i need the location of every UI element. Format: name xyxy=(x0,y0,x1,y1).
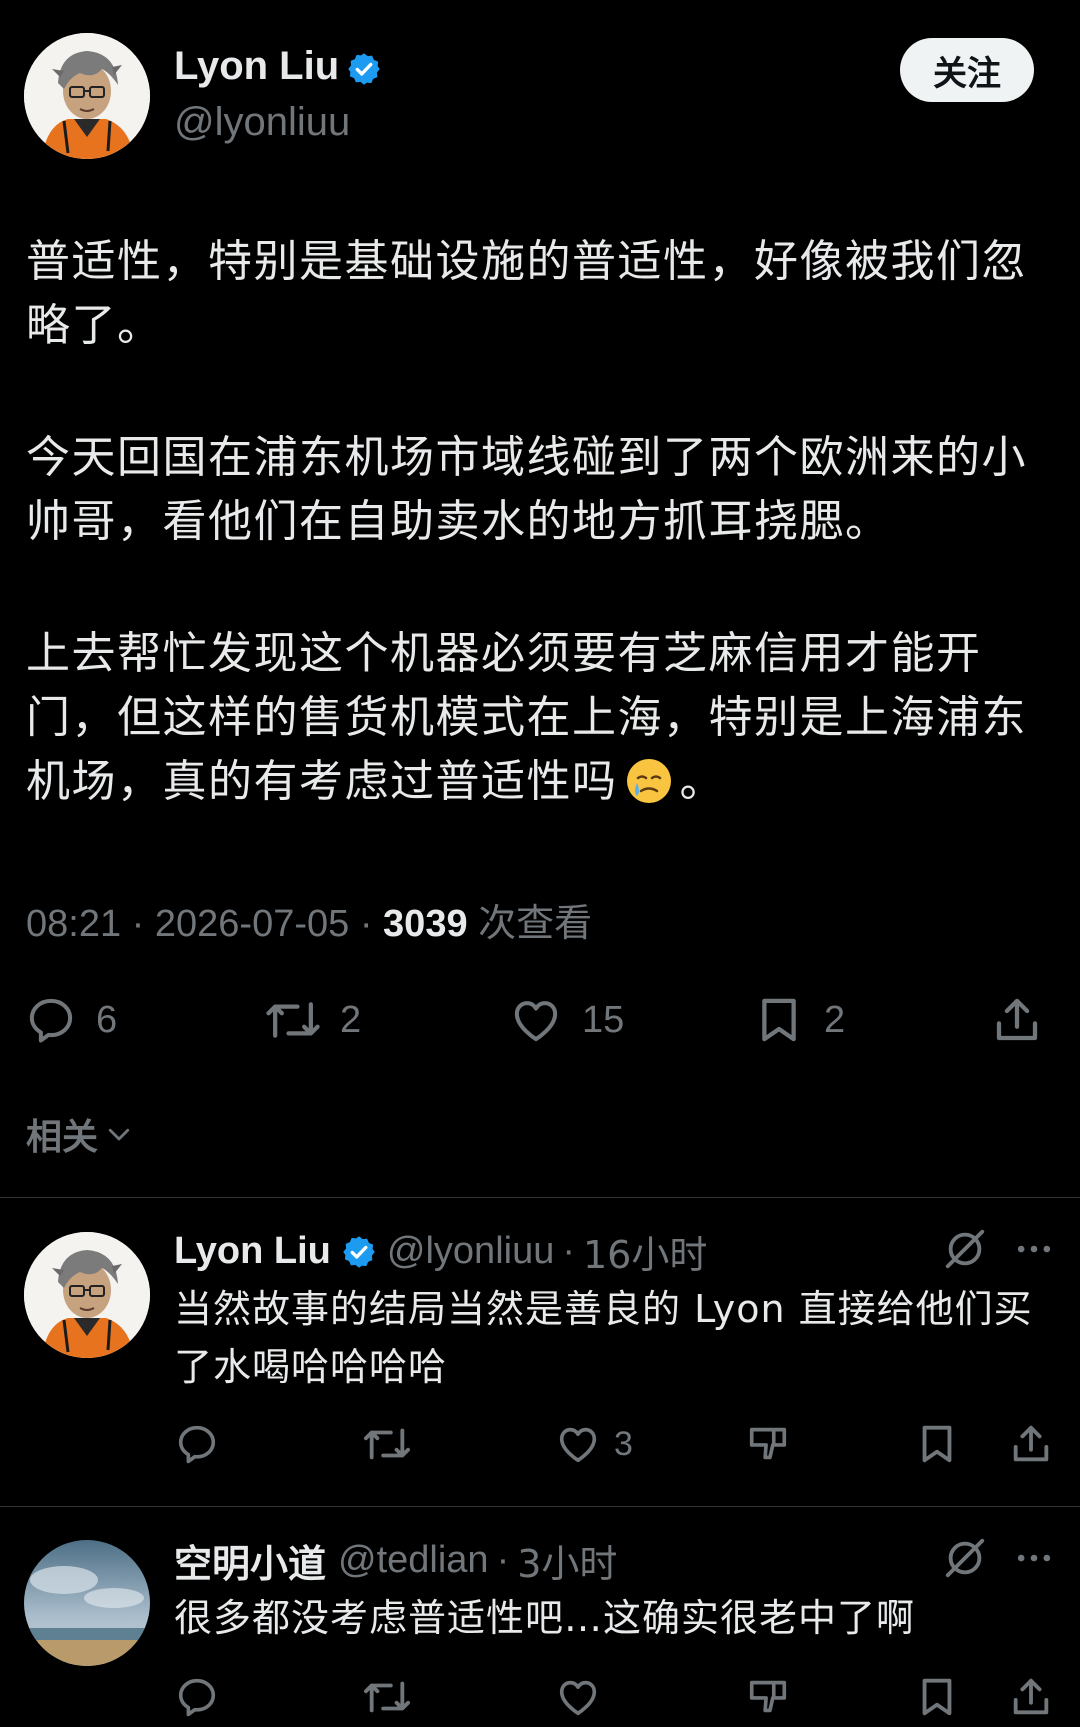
reply-action-bar: 3 xyxy=(0,1414,1080,1474)
repost-button[interactable]: 2 xyxy=(264,985,361,1055)
post-action-bar: 6 2 15 2 xyxy=(0,985,1080,1055)
reply-time[interactable]: 16小时 xyxy=(583,1224,707,1279)
reply-count: 6 xyxy=(96,998,118,1041)
reply-avatar[interactable] xyxy=(24,1232,150,1358)
bookmark-icon xyxy=(914,1421,960,1467)
like-count: 3 xyxy=(614,1424,633,1463)
grok-icon[interactable] xyxy=(942,1535,988,1581)
repost-button[interactable] xyxy=(362,1414,412,1474)
reply-text: 很多都没考虑普适性吧…这确实很老中了啊 xyxy=(174,1596,916,1640)
downvote-button[interactable] xyxy=(744,1667,792,1727)
reply-icon xyxy=(174,1674,220,1720)
share-icon xyxy=(1008,1421,1054,1467)
bookmark-button[interactable] xyxy=(914,1414,960,1474)
repost-icon xyxy=(264,993,322,1047)
reply-handle[interactable]: @lyonliuu xyxy=(387,1230,554,1273)
meta-separator: · xyxy=(562,1230,575,1272)
like-button[interactable]: 3 xyxy=(554,1414,633,1474)
share-button[interactable] xyxy=(1008,1667,1054,1727)
like-icon xyxy=(554,1421,602,1467)
reply-item[interactable]: Lyon Liu @lyonliuu · 16小时 当然故事的结局当然是善良的 … xyxy=(0,1198,1080,1505)
author-handle[interactable]: @lyonliuu xyxy=(174,100,350,145)
like-button[interactable]: 15 xyxy=(508,985,624,1055)
reply-author-name[interactable]: 空明小道 xyxy=(174,1533,326,1588)
grok-icon[interactable] xyxy=(942,1226,988,1272)
reply-header: 空明小道 @tedlian · 3小时 xyxy=(174,1533,617,1588)
meta-separator: · xyxy=(496,1539,510,1581)
related-label: 相关 xyxy=(26,1117,99,1158)
more-icon[interactable] xyxy=(1012,1535,1056,1581)
chevron-down-icon xyxy=(104,1119,134,1149)
bookmark-button[interactable]: 2 xyxy=(752,985,845,1055)
repost-button[interactable] xyxy=(362,1667,412,1727)
reply-button[interactable] xyxy=(174,1414,220,1474)
meta-separator: · xyxy=(359,903,373,945)
downvote-button[interactable] xyxy=(744,1414,792,1474)
author-avatar[interactable] xyxy=(24,33,150,159)
post-time[interactable]: 08:21 xyxy=(26,903,121,945)
post-meta: 08:21 · 2026-07-05 · 3039 次查看 xyxy=(26,892,592,947)
view-label: 次查看 xyxy=(478,901,593,945)
bookmark-button[interactable] xyxy=(914,1667,960,1727)
author-name[interactable]: Lyon Liu xyxy=(174,44,339,89)
bookmark-count: 2 xyxy=(824,998,846,1041)
more-icon[interactable] xyxy=(1012,1226,1056,1272)
post-paragraph-text: 上去帮忙发现这个机器必须要有芝麻信用才能开门，但这样的售货机模式在上海，特别是上… xyxy=(26,628,1027,807)
downvote-icon xyxy=(744,1674,792,1720)
meta-separator: · xyxy=(131,903,145,945)
share-icon xyxy=(990,993,1044,1047)
reply-action-bar xyxy=(0,1667,1080,1727)
like-icon xyxy=(554,1674,602,1720)
repost-count: 2 xyxy=(340,998,362,1041)
reply-item[interactable]: 空明小道 @tedlian · 3小时 很多都没考虑普适性吧…这确实很老中了啊 xyxy=(0,1507,1080,1718)
repost-icon xyxy=(362,1674,412,1720)
reply-time[interactable]: 3小时 xyxy=(517,1533,617,1588)
reply-button[interactable]: 6 xyxy=(24,985,117,1055)
bookmark-icon xyxy=(752,993,806,1047)
reply-button[interactable] xyxy=(174,1667,220,1727)
share-button[interactable] xyxy=(990,985,1044,1055)
reply-text: 当然故事的结局当然是善良的 Lyon 直接给他们买了水喝哈哈哈哈 xyxy=(174,1287,1033,1389)
view-count[interactable]: 3039 xyxy=(383,903,468,945)
like-button[interactable] xyxy=(554,1667,602,1727)
post-paragraph: 普适性，特别是基础设施的普适性，好像被我们忽略了。 xyxy=(26,236,1027,351)
reply-icon xyxy=(24,993,78,1047)
post-paragraph: 上去帮忙发现这个机器必须要有芝麻信用才能开门，但这样的售货机模式在上海，特别是上… xyxy=(26,622,1056,814)
post-paragraph-end: 。 xyxy=(679,756,725,807)
post-paragraph: 今天回国在浦东机场市域线碰到了两个欧洲来的小帅哥，看他们在自助卖水的地方抓耳挠腮… xyxy=(26,432,1027,547)
share-button[interactable] xyxy=(1008,1414,1054,1474)
verified-badge-icon xyxy=(341,1234,377,1270)
like-count: 15 xyxy=(582,998,625,1041)
share-icon xyxy=(1008,1674,1054,1720)
like-icon xyxy=(508,993,564,1047)
follow-button[interactable]: 关注 xyxy=(900,38,1034,102)
reply-handle[interactable]: @tedlian xyxy=(338,1539,489,1582)
reply-header: Lyon Liu @lyonliuu · 16小时 xyxy=(174,1224,707,1279)
post-header: Lyon Liu @lyonliuu 关注 xyxy=(0,0,1080,180)
bookmark-icon xyxy=(914,1674,960,1720)
reply-icon xyxy=(174,1421,220,1467)
related-toggle[interactable]: 相关 xyxy=(26,1108,134,1160)
downvote-icon xyxy=(744,1421,792,1467)
post-date[interactable]: 2026-07-05 xyxy=(155,903,349,945)
verified-badge-icon xyxy=(346,51,382,87)
reply-author-name[interactable]: Lyon Liu xyxy=(174,1230,331,1273)
repost-icon xyxy=(362,1421,412,1467)
crying-face-icon xyxy=(624,756,674,806)
reply-avatar[interactable] xyxy=(24,1540,150,1666)
